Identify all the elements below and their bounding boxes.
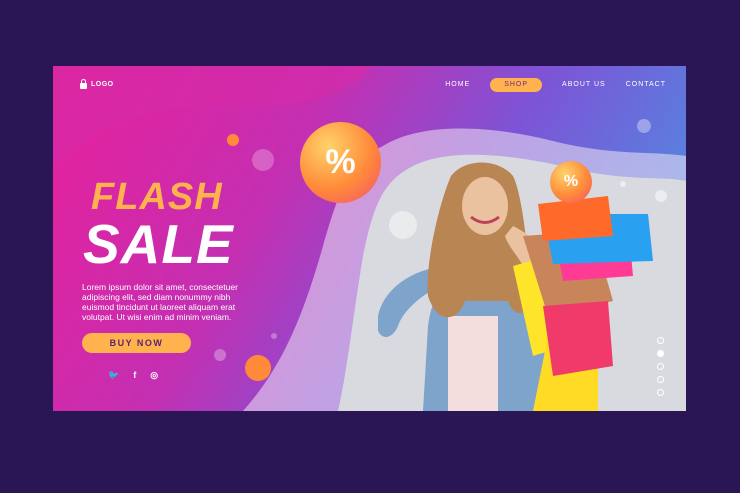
slide-dot[interactable] [657, 337, 664, 344]
social-links: 🐦 f ◎ [108, 370, 158, 381]
slide-dot[interactable] [657, 389, 664, 396]
main-nav: HOME SHOP ABOUT US CONTACT [445, 78, 686, 92]
logo[interactable]: LOGO [80, 79, 114, 89]
slide-dot-active[interactable] [657, 350, 664, 357]
discount-badge-small: % [550, 161, 592, 203]
slide-dot[interactable] [657, 363, 664, 370]
lock-icon [80, 79, 87, 89]
nav-shop[interactable]: SHOP [490, 78, 543, 92]
hero-description: Lorem ipsum dolor sit amet, consectetuer… [82, 282, 238, 322]
slide-indicators [657, 337, 664, 396]
landing-card: LOGO HOME SHOP ABOUT US CONTACT % % FLAS… [53, 66, 686, 411]
nav-about[interactable]: ABOUT US [562, 78, 606, 92]
facebook-icon[interactable]: f [133, 370, 136, 381]
discount-badge-large: % [300, 122, 381, 203]
twitter-icon[interactable]: 🐦 [108, 370, 119, 381]
logo-text: LOGO [91, 81, 114, 88]
nav-home[interactable]: HOME [445, 78, 470, 92]
slide-dot[interactable] [657, 376, 664, 383]
buy-now-button[interactable]: BUY NOW [82, 333, 191, 353]
hero-title-sale: SALE [83, 213, 234, 275]
nav-contact[interactable]: CONTACT [626, 78, 666, 92]
hero-title-flash: FLASH [91, 176, 223, 218]
instagram-icon[interactable]: ◎ [150, 370, 158, 381]
